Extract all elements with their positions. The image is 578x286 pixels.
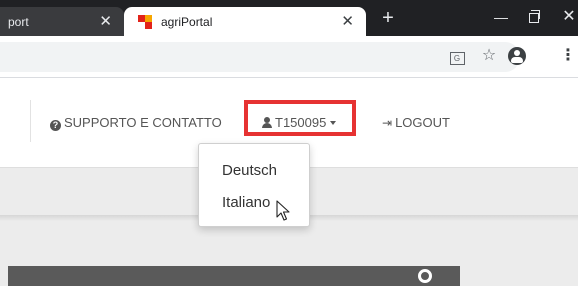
tab-title: port <box>8 14 29 29</box>
support-label: SUPPORTO E CONTATTO <box>64 115 222 130</box>
question-circle-icon: ? <box>50 120 61 131</box>
restore-window-button[interactable] <box>521 6 547 30</box>
caret-down-icon <box>330 121 337 125</box>
close-tab-icon[interactable]: ✕ <box>341 14 354 29</box>
language-option-deutsch[interactable]: Deutsch <box>222 162 277 179</box>
browser-tab-previous[interactable]: port ✕ <box>0 7 124 36</box>
logout-link[interactable]: ⇥ LOGOUT <box>382 115 450 130</box>
close-tab-icon[interactable]: ✕ <box>99 14 112 29</box>
agriportal-favicon-icon <box>138 14 152 29</box>
browser-tab-strip: port ✕ agriPortal ✕ + — ✕ <box>0 0 578 36</box>
language-option-italiano[interactable]: Italiano <box>222 194 270 211</box>
support-contact-link[interactable]: ? SUPPORTO E CONTATTO <box>50 115 222 131</box>
bookmark-star-icon[interactable]: ☆ <box>478 45 500 67</box>
search-icon[interactable] <box>418 269 432 283</box>
browser-menu-icon[interactable]: ⋮ <box>560 45 576 67</box>
minimize-window-button[interactable]: — <box>488 6 514 30</box>
new-tab-button[interactable]: + <box>376 6 400 30</box>
address-bar[interactable] <box>0 42 520 72</box>
web-page: ? SUPPORTO E CONTATTO T150095 ⇥ LOGOUT Deu… <box>0 78 578 286</box>
restore-icon <box>529 10 540 23</box>
translate-icon[interactable]: G <box>446 45 468 67</box>
content-header-bar <box>8 266 460 286</box>
browser-toolbar: G ☆ ⋮ <box>0 36 578 78</box>
mouse-pointer-icon <box>276 200 290 221</box>
close-window-button[interactable]: ✕ <box>556 6 578 30</box>
account-icon[interactable] <box>505 45 529 67</box>
logout-label: LOGOUT <box>395 115 450 130</box>
user-menu-toggle[interactable]: T150095 <box>262 115 337 130</box>
user-id-label: T150095 <box>275 115 327 130</box>
language-dropdown-menu: Deutsch Italiano <box>198 143 310 227</box>
browser-tab-agriportal[interactable]: agriPortal ✕ <box>124 7 366 36</box>
nav-divider <box>30 100 31 142</box>
sign-out-icon: ⇥ <box>382 116 393 130</box>
tab-title: agriPortal <box>161 14 213 29</box>
user-icon <box>262 117 272 128</box>
